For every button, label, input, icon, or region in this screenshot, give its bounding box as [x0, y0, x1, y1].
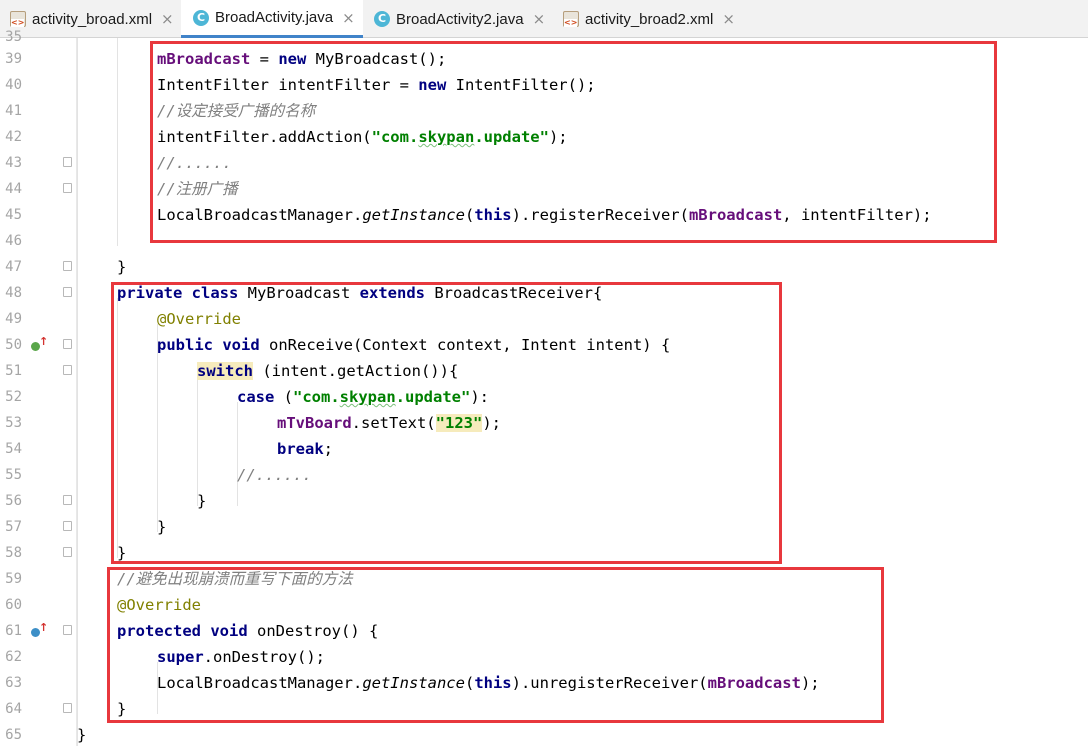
line-number: 64: [5, 701, 22, 717]
line-number: 47: [5, 259, 22, 275]
tab-label: BroadActivity2.java: [396, 10, 524, 28]
line-number: 42: [5, 129, 22, 145]
line-number: 45: [5, 207, 22, 223]
xml-file-icon: [10, 11, 26, 27]
overrides-method-icon[interactable]: ↑: [31, 621, 48, 639]
fold-marker[interactable]: [63, 261, 72, 271]
line-number: 57: [5, 519, 22, 535]
line-number: 52: [5, 389, 22, 405]
line-number: 54: [5, 441, 22, 457]
line-number: 43: [5, 155, 22, 171]
fold-marker[interactable]: [63, 625, 72, 635]
tab-label: BroadActivity.java: [215, 9, 334, 26]
highlight-box-register: [150, 41, 997, 243]
editor-tab-bar: activity_broad.xml × C BroadActivity.jav…: [0, 0, 1088, 38]
line-number: 61: [5, 623, 22, 639]
fold-marker[interactable]: [63, 183, 72, 193]
line-number: 60: [5, 597, 22, 613]
tab-broadactivity-java[interactable]: C BroadActivity.java ×: [181, 0, 363, 38]
line-number: 55: [5, 467, 22, 483]
code-line-47: }: [117, 258, 127, 276]
line-number: 58: [5, 545, 22, 561]
fold-marker[interactable]: [63, 547, 72, 557]
line-number: 63: [5, 675, 22, 691]
line-number: 41: [5, 103, 22, 119]
line-number: 44: [5, 181, 22, 197]
fold-marker[interactable]: [63, 339, 72, 349]
fold-marker[interactable]: [63, 521, 72, 531]
tab-label: activity_broad.xml: [32, 10, 153, 28]
highlight-box-ondestroy: [107, 567, 884, 723]
indent-guide: [77, 38, 78, 746]
tab-broadactivity2-java[interactable]: C BroadActivity2.java ×: [364, 0, 554, 38]
close-icon[interactable]: ×: [161, 10, 174, 28]
java-class-icon: C: [374, 11, 390, 27]
implements-method-icon[interactable]: ↑: [31, 335, 48, 353]
tab-label: activity_broad2.xml: [585, 10, 714, 28]
close-icon[interactable]: ×: [533, 10, 546, 28]
line-number: 51: [5, 363, 22, 379]
xml-file-icon: [563, 11, 579, 27]
highlight-box-receiver: [111, 282, 782, 564]
line-number: 50: [5, 337, 22, 353]
fold-marker[interactable]: [63, 157, 72, 167]
line-number: 53: [5, 415, 22, 431]
line-number: 48: [5, 285, 22, 301]
line-number: 49: [5, 311, 22, 327]
tab-activity-broad-xml[interactable]: activity_broad.xml ×: [0, 0, 180, 38]
code-editor[interactable]: mBroadcast = new MyBroadcast(); IntentFi…: [77, 38, 1088, 746]
line-number: 56: [5, 493, 22, 509]
line-number: 59: [5, 571, 22, 587]
fold-marker[interactable]: [63, 703, 72, 713]
close-icon[interactable]: ×: [342, 9, 355, 27]
line-number: 62: [5, 649, 22, 665]
indent-guide: [117, 38, 118, 246]
fold-marker[interactable]: [63, 287, 72, 297]
java-class-icon: C: [193, 9, 209, 26]
code-line-65: }: [77, 726, 87, 744]
line-number: 35: [5, 29, 22, 45]
tab-activity-broad2-xml[interactable]: activity_broad2.xml ×: [555, 0, 755, 38]
line-number: 39: [5, 51, 22, 67]
fold-marker[interactable]: [63, 365, 72, 375]
close-icon[interactable]: ×: [722, 10, 735, 28]
fold-marker[interactable]: [63, 495, 72, 505]
line-number: 40: [5, 77, 22, 93]
line-number: 65: [5, 727, 22, 743]
editor-gutter: 35 39 40 41 42 43 44 45 46 47 48 49 50 5…: [0, 29, 76, 746]
line-number: 46: [5, 233, 22, 249]
